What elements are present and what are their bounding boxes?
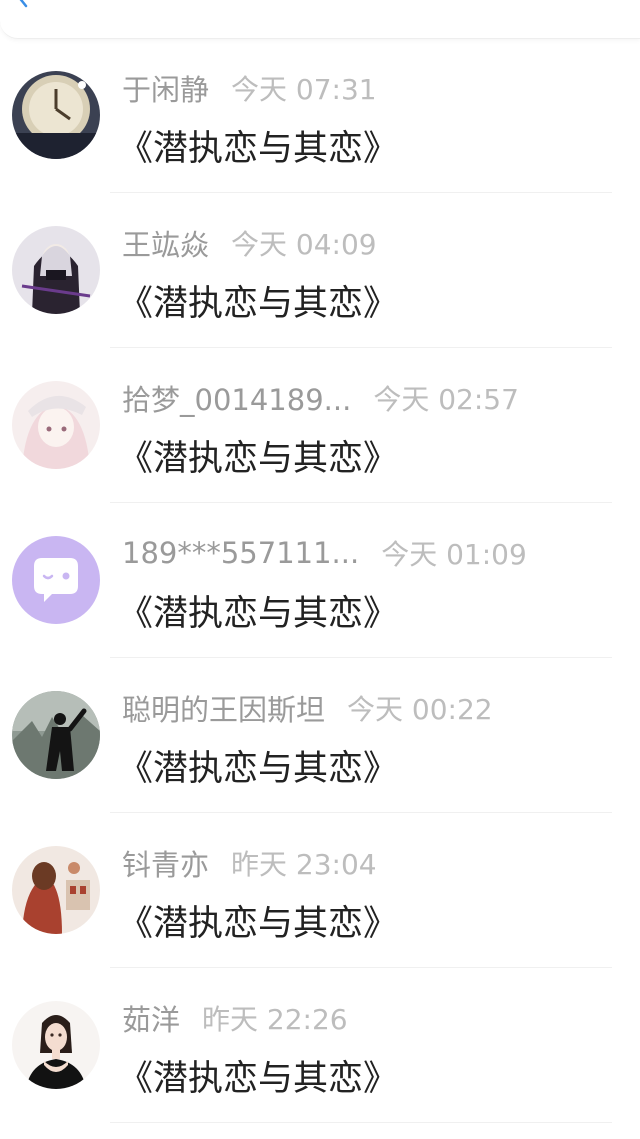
message-text: 《潜执恋与其恋》 <box>118 439 399 479</box>
sender-name: 茹洋 <box>122 1003 181 1037</box>
list-item[interactable]: 聪明的王因斯坦 今天 00:22 《潜执恋与其恋》 <box>0 658 640 813</box>
woman-portrait-avatar[interactable] <box>12 1001 100 1089</box>
message-text: 《潜执恋与其恋》 <box>118 749 399 789</box>
sender-name: 拾梦_0014189... <box>122 383 352 417</box>
list-item[interactable]: 茹洋 昨天 22:26 《潜执恋与其恋》 <box>0 968 640 1123</box>
sender-name: 王竑焱 <box>122 228 210 262</box>
message-time: 昨天 22:26 <box>202 1003 348 1036</box>
message-text: 《潜执恋与其恋》 <box>118 904 399 944</box>
message-text: 《潜执恋与其恋》 <box>118 284 399 324</box>
list-item[interactable]: 189***557111... 今天 01:09 《潜执恋与其恋》 <box>0 503 640 658</box>
back-arrow-icon[interactable] <box>10 0 34 18</box>
illustration-avatar[interactable] <box>12 846 100 934</box>
anime-dark-avatar[interactable] <box>12 226 100 314</box>
message-time: 今天 02:57 <box>373 383 519 416</box>
list-item[interactable]: 王竑焱 今天 04:09 《潜执恋与其恋》 <box>0 193 640 348</box>
message-text: 《潜执恋与其恋》 <box>118 129 399 169</box>
message-time: 昨天 23:04 <box>231 848 377 881</box>
list-item[interactable]: 钭青亦 昨天 23:04 《潜执恋与其恋》 <box>0 813 640 968</box>
silhouette-avatar[interactable] <box>12 691 100 779</box>
message-text: 《潜执恋与其恋》 <box>118 1059 399 1099</box>
list-item[interactable]: 于闲静 今天 07:31 《潜执恋与其恋》 <box>0 38 640 193</box>
message-text: 《潜执恋与其恋》 <box>118 594 399 634</box>
message-time: 今天 01:09 <box>381 538 527 571</box>
message-list: 于闲静 今天 07:31 《潜执恋与其恋》 王竑焱 今天 04:09 《潜执恋与… <box>0 38 640 1123</box>
anime-girl-avatar[interactable] <box>12 381 100 469</box>
divider <box>110 1122 612 1123</box>
chat-bubble-avatar[interactable] <box>12 536 100 624</box>
clock-avatar[interactable] <box>12 71 100 159</box>
message-time: 今天 00:22 <box>347 693 493 726</box>
top-bar <box>0 0 640 39</box>
sender-name: 聪明的王因斯坦 <box>122 693 326 727</box>
sender-name: 于闲静 <box>122 73 210 107</box>
list-item[interactable]: 拾梦_0014189... 今天 02:57 《潜执恋与其恋》 <box>0 348 640 503</box>
message-time: 今天 04:09 <box>231 228 377 261</box>
sender-name: 189***557111... <box>122 536 360 570</box>
sender-name: 钭青亦 <box>122 848 210 882</box>
message-time: 今天 07:31 <box>231 73 377 106</box>
